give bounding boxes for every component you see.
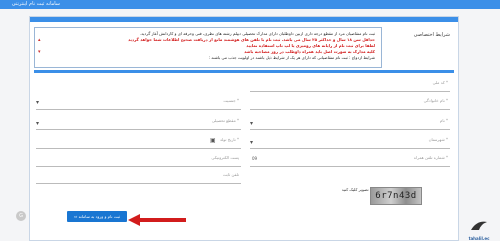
submit-button[interactable]: ⇨ ثبت نام و ورود به سامانه xyxy=(67,211,127,222)
national-code-field[interactable]: کد ملی * xyxy=(250,77,450,92)
email-field[interactable]: پست الکترونیکی xyxy=(36,152,241,167)
panel-header-bar xyxy=(30,17,458,22)
captcha-image[interactable]: 6r7n43d xyxy=(370,187,422,205)
app-title: سامانه ثبت نام اینترنتی xyxy=(11,1,60,7)
red-arrow-icon xyxy=(128,214,186,226)
scroll-down-icon[interactable]: ▾ xyxy=(38,50,42,55)
google-icon[interactable]: G xyxy=(16,211,26,221)
rules-text: ثبت نام متقاضیان مرد از مقطع درجه داری ا… xyxy=(47,31,375,61)
chevron-down-icon: ▾ xyxy=(36,120,40,127)
education-select[interactable]: مقطع تحصیلی * ▾ xyxy=(36,115,241,130)
bird-icon xyxy=(471,221,487,230)
last-name-field[interactable]: نام خانوادگی * xyxy=(250,95,450,110)
watermark-logo: tahalil.ec xyxy=(459,217,499,241)
first-name-field[interactable]: نام * ▾ xyxy=(250,115,450,130)
watermark-text: tahalil.ec xyxy=(468,236,490,241)
rules-textbox[interactable]: ▴ ▾ ثبت نام متقاضیان مرد از مقطع درجه دا… xyxy=(34,27,382,68)
phone-field[interactable]: تلفن ثابت xyxy=(36,169,241,184)
chevron-down-icon: ▾ xyxy=(36,99,40,106)
rules-line: شرایط ازدواج : ثبت نام متقاضیانی که دارا… xyxy=(208,55,375,60)
gender-select[interactable]: جنسیت * ▾ xyxy=(36,95,241,110)
calendar-icon[interactable]: ▣ xyxy=(210,137,216,145)
registration-panel: شرایط اختصاصی ▴ ▾ ثبت نام متقاضیان مرد ا… xyxy=(29,16,459,241)
chevron-down-icon: ▾ xyxy=(250,120,254,127)
submit-label: ثبت نام و ورود به سامانه xyxy=(78,214,120,219)
birth-date-field[interactable]: تاریخ تولد * ▣ xyxy=(36,134,241,149)
chevron-down-icon: ▾ xyxy=(250,139,254,146)
scroll-up-icon[interactable]: ▴ xyxy=(38,38,42,43)
province-select[interactable]: شهرستان * ▾ xyxy=(250,134,450,149)
mobile-prefix: 09 xyxy=(252,156,258,161)
mobile-field[interactable]: شماره تلفن همراه * xyxy=(250,152,450,167)
app-header: سامانه ثبت نام اینترنتی xyxy=(0,0,500,9)
rules-label: شرایط اختصاصی xyxy=(413,32,450,38)
form-divider xyxy=(34,70,454,73)
